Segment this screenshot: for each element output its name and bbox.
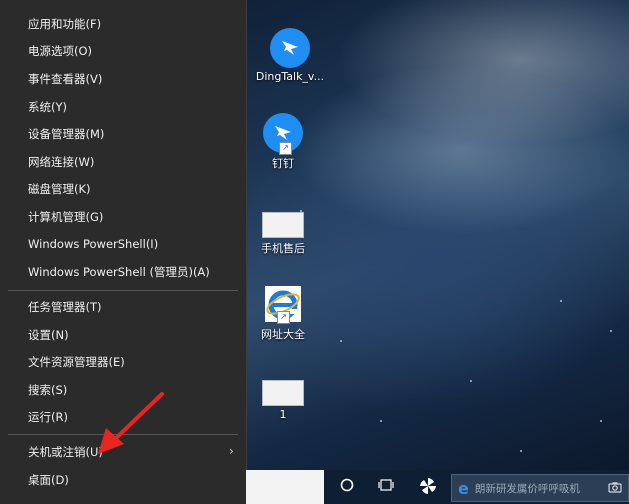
desktop-icon-label: DingTalk_v... <box>255 70 325 83</box>
taskbar-search-box[interactable]: e 朗新研发属价呼呼吸机 <box>451 474 629 502</box>
menu-item-desktop[interactable]: 桌面(D) <box>28 470 69 490</box>
document-thumbnail-icon <box>262 212 304 238</box>
menu-item-event-viewer[interactable]: 事件查看器(V) <box>28 69 102 89</box>
edge-browser-icon: e <box>458 478 469 498</box>
menu-item-network-connections[interactable]: 网络连接(W) <box>28 152 94 172</box>
cortana-circle-icon[interactable] <box>340 478 354 496</box>
menu-item-disk-management[interactable]: 磁盘管理(K) <box>28 179 91 199</box>
file-thumbnail-icon <box>262 380 304 406</box>
desktop-icon-label: 1 <box>279 408 287 421</box>
taskbar-blank-area <box>246 470 324 504</box>
desktop-icon-dingtalk-installer[interactable]: DingTalk_v... <box>250 28 330 83</box>
menu-separator <box>8 290 238 291</box>
desktop-icon-dingding[interactable]: ↗ 钉钉 <box>248 113 318 171</box>
task-view-icon[interactable] <box>378 478 394 496</box>
desktop-icon-phone-aftersales[interactable]: 手机售后 <box>248 206 318 256</box>
dingtalk-icon <box>270 28 310 68</box>
desktop-icon-label: 钉钉 <box>272 157 294 170</box>
camera-icon[interactable] <box>608 481 622 496</box>
menu-item-task-manager[interactable]: 任务管理器(T) <box>28 297 102 317</box>
menu-item-file-explorer[interactable]: 文件资源管理器(E) <box>28 352 125 372</box>
search-text: 朗新研发属价呼呼吸机 <box>474 482 580 495</box>
desktop-icon-web-directory[interactable]: ↗ 网址大全 <box>248 284 318 342</box>
taskbar: e 朗新研发属价呼呼吸机 <box>246 470 629 504</box>
dingtalk-icon: ↗ <box>263 113 303 155</box>
menu-item-powershell[interactable]: Windows PowerShell(I) <box>28 234 158 254</box>
desktop-icon-file-1[interactable]: 1 <box>248 376 318 421</box>
shortcut-arrow-icon: ↗ <box>279 142 292 155</box>
shortcut-arrow-icon: ↗ <box>277 311 290 324</box>
menu-item-device-manager[interactable]: 设备管理器(M) <box>28 124 104 144</box>
menu-item-power-options[interactable]: 电源选项(O) <box>28 41 92 61</box>
ie-icon: ↗ <box>263 284 303 324</box>
menu-item-shutdown-signout[interactable]: 关机或注销(U) <box>28 442 103 462</box>
menu-item-search[interactable]: 搜索(S) <box>28 380 67 400</box>
menu-item-powershell-admin[interactable]: Windows PowerShell (管理员)(A) <box>28 262 210 282</box>
pinwheel-app-icon[interactable] <box>418 476 438 500</box>
annotation-arrow-icon <box>98 392 164 454</box>
menu-item-computer-management[interactable]: 计算机管理(G) <box>28 207 103 227</box>
desktop-icon-label: 网址大全 <box>261 328 305 341</box>
menu-item-apps-features[interactable]: 应用和功能(F) <box>28 14 101 34</box>
menu-item-settings[interactable]: 设置(N) <box>28 325 69 345</box>
chevron-right-icon: › <box>229 444 234 458</box>
menu-item-system[interactable]: 系统(Y) <box>28 97 67 117</box>
desktop-icon-label: 手机售后 <box>261 242 305 255</box>
menu-item-run[interactable]: 运行(R) <box>28 407 68 427</box>
